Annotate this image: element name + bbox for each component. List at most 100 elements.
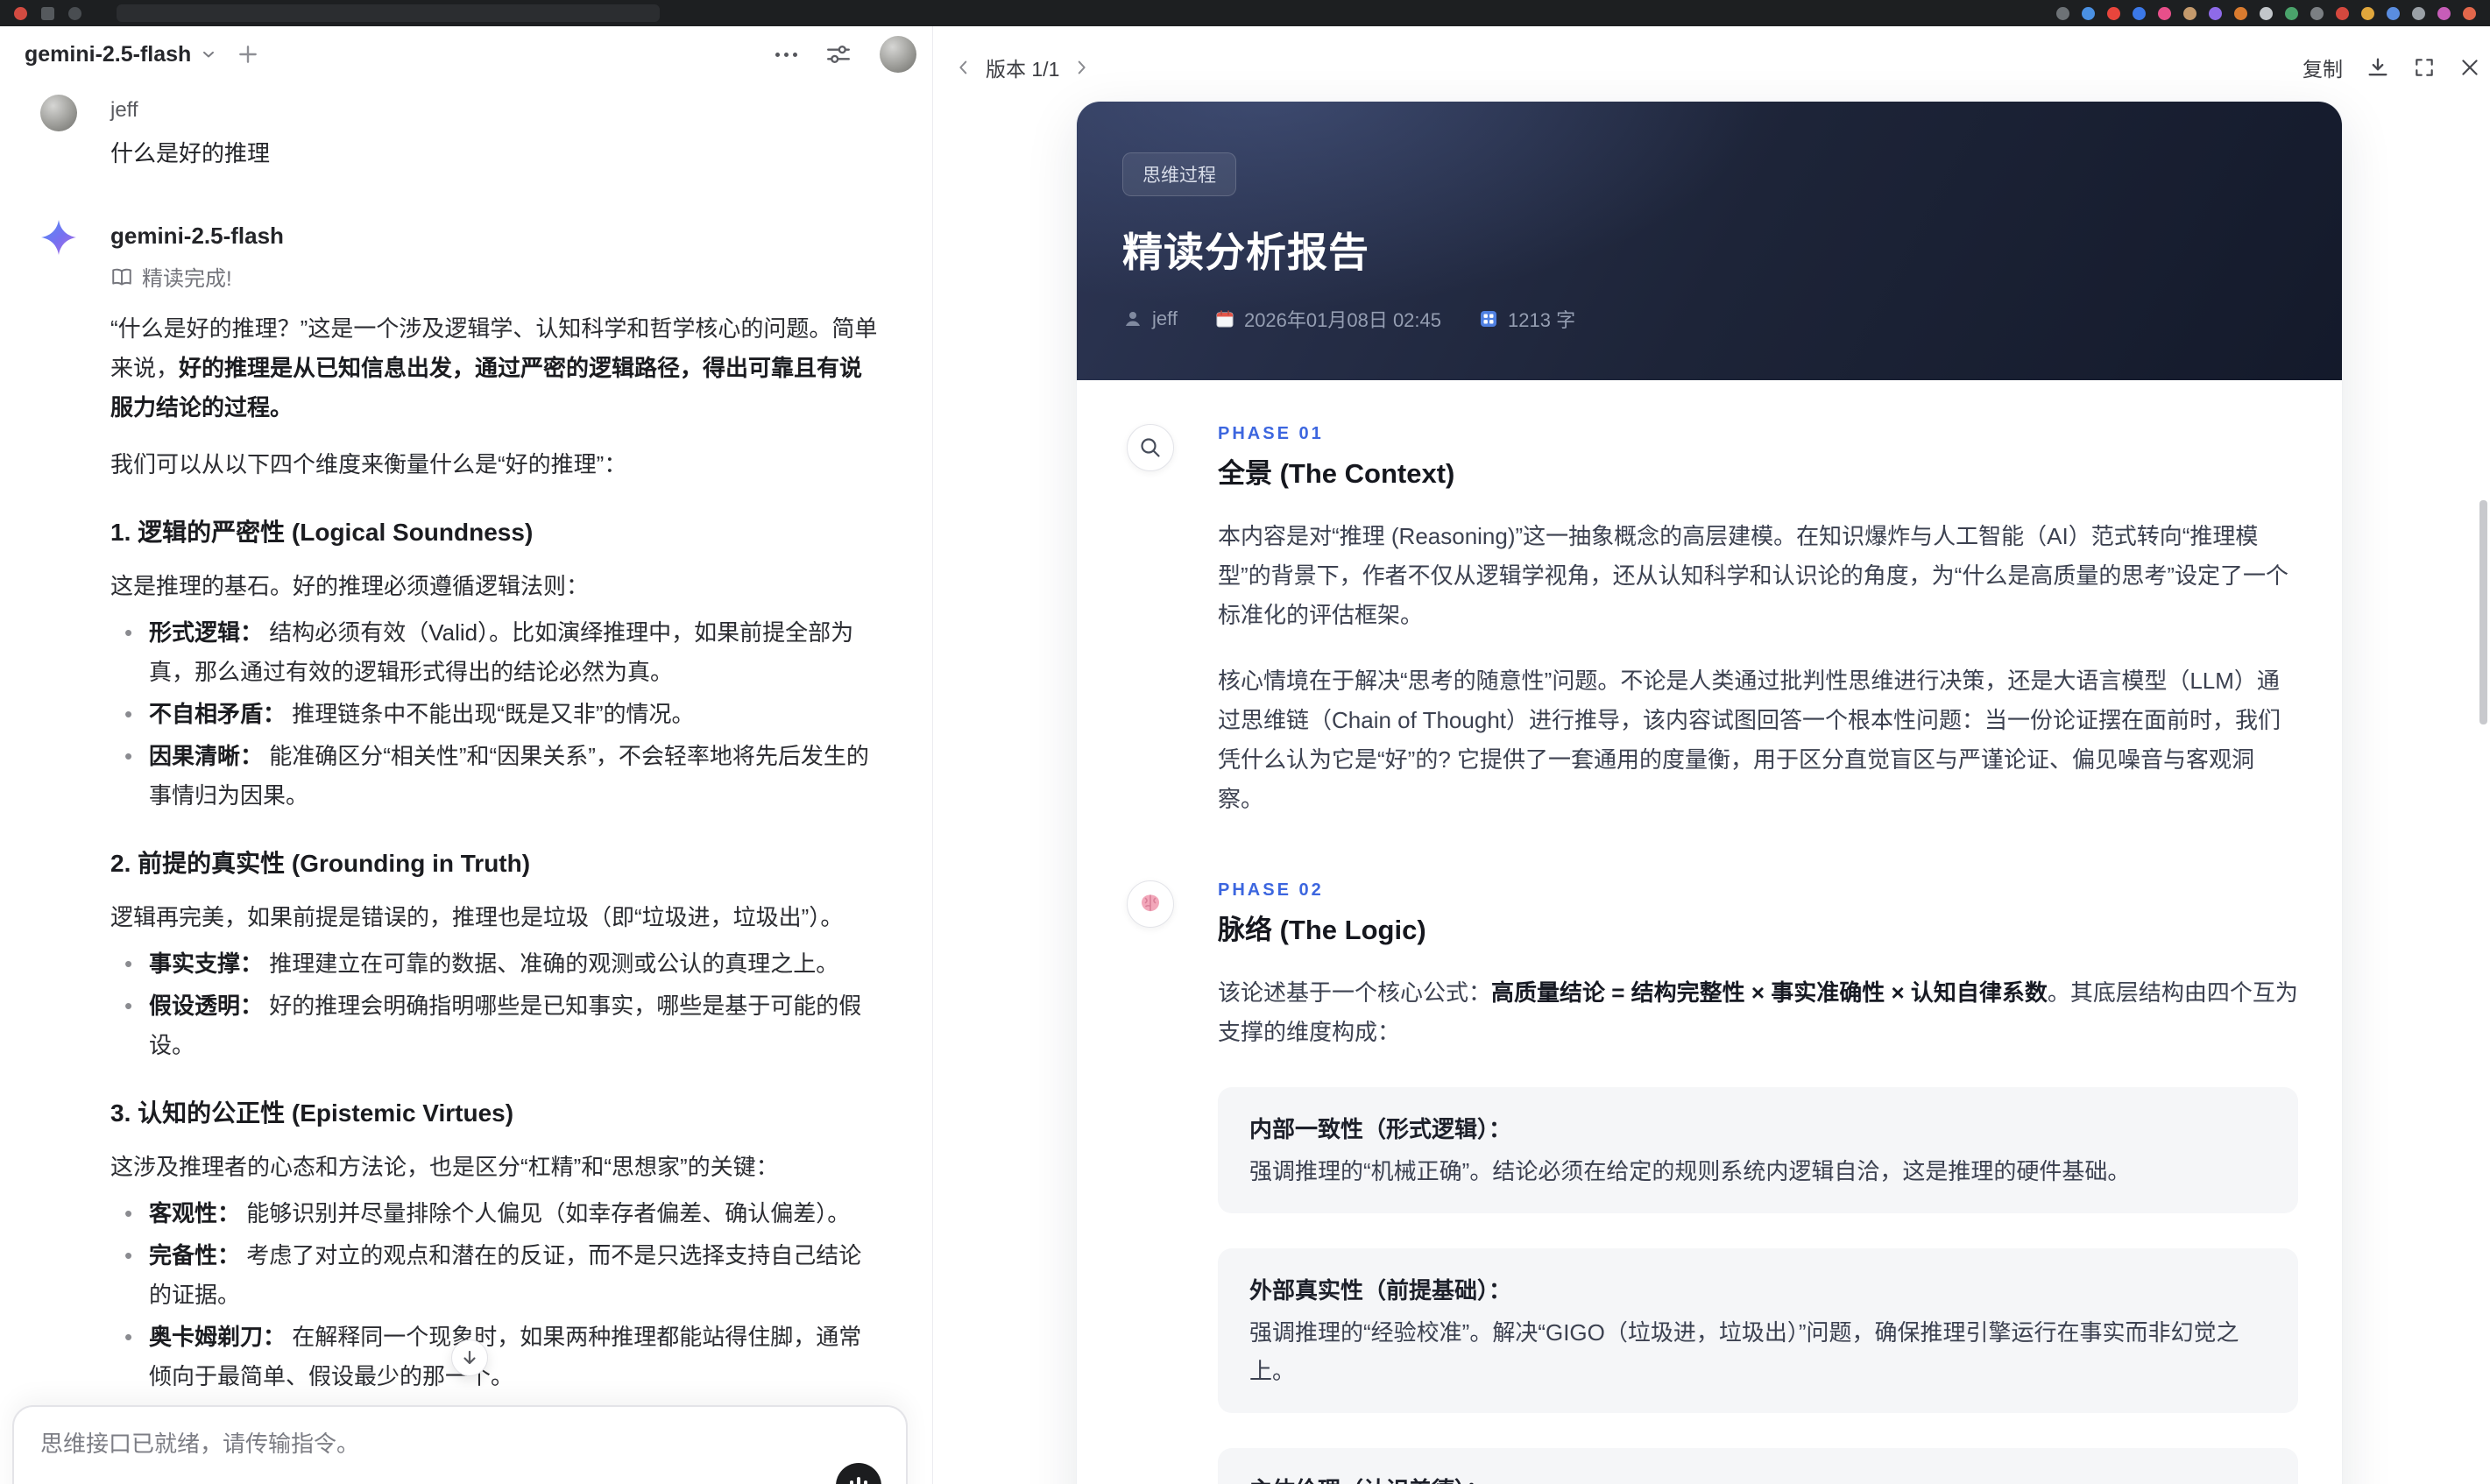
bullet-text: 推理建立在可靠的数据、准确的观测或公认的真理之上。 xyxy=(263,950,839,977)
open-book-icon xyxy=(112,268,131,286)
chat-header-actions xyxy=(775,36,916,73)
report-card: 思维过程 精读分析报告 jeff 2026年01月08日 02:45 1213 … xyxy=(1076,101,2343,1484)
dimension-card: 外部真实性（前提基础）： 强调推理的“经验校准”。解决“GIGO（垃圾进，垃圾出… xyxy=(1218,1248,2298,1413)
model-selector[interactable]: gemini-2.5-flash xyxy=(25,42,217,67)
paragraph: 这是推理的基石。好的推理必须遵循逻辑法则： xyxy=(110,573,590,599)
wordcount-meta: 1213 字 xyxy=(1478,305,1575,333)
card-body: 强调推理的“经验校准”。解决“GIGO（垃圾进，垃圾出）”问题，确保推理引擎运行… xyxy=(1249,1319,2239,1384)
more-icon xyxy=(775,52,797,57)
scrollbar-thumb[interactable] xyxy=(2479,500,2487,724)
date-meta: 2026年01月08日 02:45 xyxy=(1214,305,1441,333)
list-item: 假设透明： 好的推理会明确指明哪些是已知事实，哪些是基于可能的假设。 xyxy=(124,986,880,1065)
dimension-cards: 内部一致性（形式逻辑）： 强调推理的“机械正确”。结论必须在给定的规则系统内逻辑… xyxy=(1218,1087,2298,1484)
extension-icon[interactable] xyxy=(2158,6,2171,20)
extension-icon[interactable] xyxy=(2107,6,2120,20)
formula-pre: 该论述基于一个核心公式： xyxy=(1218,979,1492,1006)
phase-label: PHASE 01 xyxy=(1218,424,1324,443)
section-heading: 3. 认知的公正性 (Epistemic Virtues) xyxy=(110,1099,514,1127)
bullet-term: 奥卡姆剃刀： xyxy=(149,1324,286,1350)
user-avatar[interactable] xyxy=(880,36,916,73)
list-item: 因果清晰： 能准确区分“相关性”和“因果关系”，不会轻率地将先后发生的事情归为因… xyxy=(124,737,880,816)
browser-left-icons xyxy=(14,4,660,22)
magnifier-icon xyxy=(1127,424,1174,471)
message-author: gemini-2.5-flash xyxy=(110,223,284,249)
assistant-message: gemini-2.5-flash 精读完成! “什么是好的推理？”这是一个涉及逻… xyxy=(40,219,880,1484)
section-heading: 1. 逻辑的严密性 (Logical Soundness) xyxy=(110,519,534,546)
voice-input-button[interactable] xyxy=(836,1463,881,1484)
extension-icon[interactable] xyxy=(2310,6,2324,20)
bullet-term: 形式逻辑： xyxy=(149,619,264,646)
extension-icon[interactable] xyxy=(2260,6,2273,20)
copy-button[interactable]: 复制 xyxy=(2303,53,2343,82)
message-author: jeff xyxy=(110,98,138,122)
sliders-icon xyxy=(827,46,850,63)
extension-icon[interactable] xyxy=(2183,6,2196,20)
paragraph: “什么是好的推理？”这是一个涉及逻辑学、认知科学和哲学核心的问题。简单来说，好的… xyxy=(110,309,880,428)
author-name: jeff xyxy=(1152,307,1178,329)
previous-version-button[interactable] xyxy=(954,58,973,77)
menu-icon[interactable] xyxy=(68,6,81,20)
extension-icon[interactable] xyxy=(2056,6,2069,20)
extension-icon[interactable] xyxy=(2361,6,2374,20)
phase-title: 全景 (The Context) xyxy=(1218,458,1455,489)
close-button[interactable] xyxy=(2458,56,2481,79)
status-line: 精读完成! xyxy=(110,261,880,292)
extension-icon[interactable] xyxy=(2336,6,2349,20)
version-navigator: 版本 1/1 xyxy=(954,53,1091,82)
extension-icon[interactable] xyxy=(2234,6,2247,20)
extension-icon[interactable] xyxy=(2437,6,2451,20)
browser-tab[interactable] xyxy=(117,4,660,22)
expand-icon xyxy=(2416,59,2433,76)
record-icon[interactable] xyxy=(14,6,27,20)
bullet-list: 事实支撑： 推理建立在可靠的数据、准确的观测或公认的真理之上。 假设透明： 好的… xyxy=(110,944,880,1065)
scroll-to-bottom-button[interactable] xyxy=(451,1339,488,1376)
chevron-down-icon xyxy=(203,51,215,58)
phase-section: PHASE 02 脉络 (The Logic) 该论述基于一个核心公式：高质量结… xyxy=(1127,880,2298,1484)
settings-button[interactable] xyxy=(825,41,852,67)
status-text: 精读完成! xyxy=(142,267,232,291)
paragraph: 我们可以从以下四个维度来衡量什么是“好的推理”： xyxy=(110,451,627,477)
paragraph: 该论述基于一个核心公式：高质量结论 = 结构完整性 × 事实准确性 × 认知自律… xyxy=(1218,973,2298,1052)
report-title: 精读分析报告 xyxy=(1122,230,1369,275)
chevron-left-icon xyxy=(959,60,967,74)
app-window: gemini-2.5-flash jeff 什么是好的推理 gemini-2.5… xyxy=(0,26,2490,1484)
extension-icon[interactable] xyxy=(2209,6,2222,20)
extension-icon[interactable] xyxy=(2412,6,2425,20)
avatar xyxy=(40,95,77,131)
card-title: 内部一致性（形式逻辑）： xyxy=(1249,1116,1512,1142)
more-button[interactable] xyxy=(775,52,797,57)
extension-icon[interactable] xyxy=(2082,6,2095,20)
phase-title: 脉络 (The Logic) xyxy=(1218,915,1426,945)
bullet-term: 完备性： xyxy=(149,1242,241,1268)
new-chat-button[interactable] xyxy=(237,43,259,66)
bullet-term: 假设透明： xyxy=(149,993,264,1019)
counter-icon xyxy=(1481,311,1497,327)
chat-header: gemini-2.5-flash xyxy=(0,26,932,82)
version-label: 版本 1/1 xyxy=(986,58,1060,81)
report-badge: 思维过程 xyxy=(1122,152,1236,196)
download-button[interactable] xyxy=(2366,55,2390,80)
browser-extension-icons xyxy=(2056,6,2476,20)
phase-section: PHASE 01 全景 (The Context) 本内容是对“推理 (Reas… xyxy=(1127,424,2298,819)
extension-icon[interactable] xyxy=(2285,6,2298,20)
paragraph: 核心情境在于解决“思考的随意性”问题。不论是人类通过批判性思维进行决策，还是大语… xyxy=(1218,668,2281,812)
bullet-list: 形式逻辑： 结构必须有效（Valid）。比如演绎推理中，如果前提全部为真，那么通… xyxy=(110,613,880,816)
gemini-logo-icon xyxy=(40,219,77,1484)
dimension-card: 主体伦理（认识美德）： 转向推理者的心理特征。引入奥卡姆剃刀和反向论证，旨在克服… xyxy=(1218,1448,2298,1484)
card-title: 外部真实性（前提基础）： xyxy=(1249,1277,1512,1304)
extension-icon[interactable] xyxy=(2133,6,2146,20)
profile-icon[interactable] xyxy=(2463,6,2476,20)
plus-icon xyxy=(239,46,258,63)
chat-input[interactable]: 思维接口已就绪，请传输指令。 xyxy=(12,1405,908,1484)
preview-actions: 复制 xyxy=(2303,53,2481,82)
report-date: 2026年01月08日 02:45 xyxy=(1243,309,1442,331)
browser-toolbar xyxy=(0,0,2490,26)
close-icon xyxy=(2462,60,2478,75)
next-version-button[interactable] xyxy=(1072,58,1091,77)
grid-icon[interactable] xyxy=(41,6,54,20)
list-item: 形式逻辑： 结构必须有效（Valid）。比如演绎推理中，如果前提全部为真，那么通… xyxy=(124,613,880,692)
fullscreen-button[interactable] xyxy=(2413,56,2436,79)
extension-icon[interactable] xyxy=(2387,6,2400,20)
list-item: 完备性： 考虑了对立的观点和潜在的反证，而不是只选择支持自己结论的证据。 xyxy=(124,1236,880,1315)
artifact-panel: 版本 1/1 复制 思维过程 精读分析报告 jeff 2026年01月08日 0… xyxy=(933,26,2490,1484)
